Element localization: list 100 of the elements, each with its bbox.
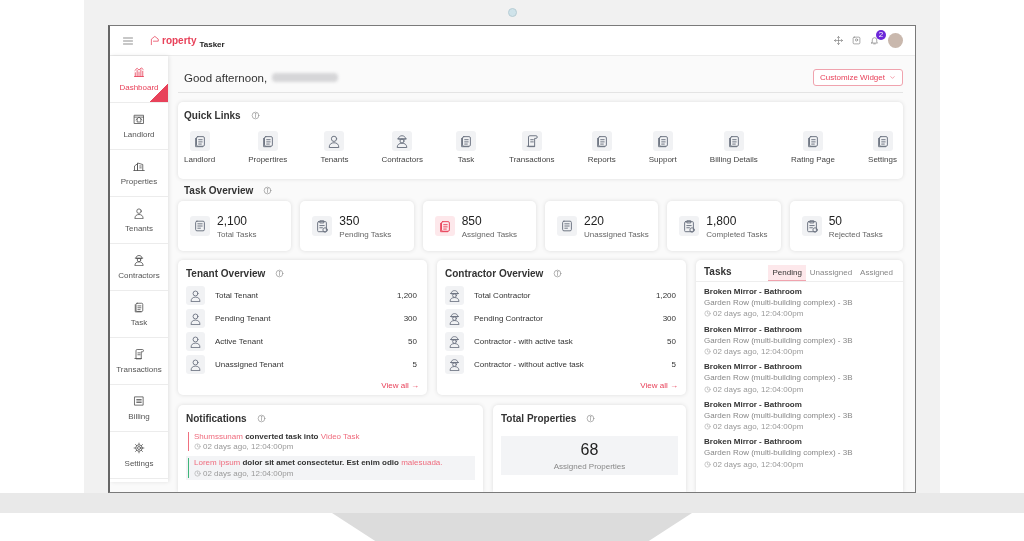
stat-value: 68	[580, 441, 599, 459]
task-tab[interactable]: Pending	[768, 265, 806, 281]
quick-link[interactable]: Reports	[587, 131, 616, 164]
stat-label: Unassigned Tasks	[584, 229, 649, 239]
card-title: Tasks	[704, 266, 732, 279]
sidebar-item[interactable]: Billing	[110, 385, 168, 432]
clock-icon	[704, 310, 711, 318]
notification-badge: 2	[876, 30, 886, 40]
stat-label: Assigned Properties	[553, 462, 626, 471]
row-value: 5	[671, 360, 677, 369]
stat-value: 2,100	[217, 213, 249, 228]
chart-icon	[133, 66, 145, 78]
row-label: Unassigned Tenant	[215, 360, 284, 369]
card-title: Total Properties	[501, 413, 577, 424]
stat-label: Total Tasks	[217, 229, 257, 239]
document-icon	[455, 131, 476, 151]
clock-icon	[194, 443, 201, 451]
sidebar-item[interactable]: Contractors	[110, 244, 168, 291]
person-icon	[186, 309, 205, 328]
menu-icon[interactable]	[122, 34, 134, 47]
notification-time: 02 days ago, 12:04:00pm	[203, 442, 294, 452]
document-icon	[723, 131, 744, 151]
worker-icon	[445, 355, 464, 374]
row-label: Pending Contractor	[474, 314, 543, 323]
quick-link[interactable]: Landlord	[184, 131, 216, 164]
quick-link[interactable]: Task	[455, 131, 476, 164]
row-value: 1,200	[396, 291, 418, 300]
notification-time: 02 days ago, 12:04:00pm	[203, 468, 294, 478]
row-value: 5	[412, 360, 418, 369]
row-label: Contractor - without active task	[474, 360, 584, 369]
task-tab[interactable]: Unassigned	[805, 265, 857, 281]
clock-icon	[194, 469, 201, 477]
section-title: Task Overview	[184, 185, 254, 196]
customize-widget-button[interactable]: Customize Widget	[813, 69, 903, 86]
screen-icon[interactable]	[852, 36, 861, 45]
row-label: Pending Tenant	[215, 314, 271, 323]
document-icon	[872, 131, 893, 151]
logo-house-icon	[150, 35, 161, 46]
stat-label: Pending Tasks	[339, 229, 392, 239]
quick-link[interactable]: Billing Details	[709, 131, 758, 164]
worker-icon	[445, 332, 464, 351]
document-icon	[257, 131, 278, 151]
clock-icon	[704, 460, 711, 468]
info-icon	[256, 414, 266, 423]
worker-icon	[392, 131, 413, 151]
view-all-link[interactable]: View all →	[381, 381, 419, 390]
task-location: Garden Row (multi-building complex) - 3B	[704, 298, 854, 308]
task-title: Broken Mirror - Bathroom	[704, 362, 803, 372]
info-icon	[250, 111, 260, 120]
person-icon	[133, 207, 145, 219]
stat-label: Assigned Tasks	[461, 229, 518, 239]
task-time: 02 days ago, 12:04:00pm	[713, 384, 804, 394]
info-icon	[275, 269, 285, 278]
sidebar-item[interactable]: Landlord	[110, 103, 168, 150]
quick-link[interactable]: Contractors	[381, 131, 423, 164]
view-all-link[interactable]: View all →	[640, 381, 678, 390]
task-title: Broken Mirror - Bathroom	[704, 287, 803, 297]
stat-value: 850	[461, 213, 483, 228]
row-label: Contractor - with active task	[474, 337, 573, 346]
task-tab[interactable]: Assigned	[856, 265, 897, 281]
building-icon	[133, 160, 145, 172]
task-location: Garden Row (multi-building complex) - 3B	[704, 448, 854, 458]
sidebar-item[interactable]: Transactions	[110, 338, 168, 385]
quick-link[interactable]: Support	[648, 131, 677, 164]
quick-link[interactable]: Propertires	[248, 131, 288, 164]
sidebar-item[interactable]: Settings	[110, 432, 168, 479]
document-icon	[133, 301, 145, 313]
stat-label: Rejected Tasks	[828, 229, 883, 239]
row-label: Active Tenant	[215, 337, 263, 346]
clock-icon	[704, 423, 711, 431]
quick-link[interactable]: Settings	[868, 131, 897, 164]
clock-icon	[704, 385, 711, 393]
row-value: 50	[408, 337, 418, 346]
user-avatar[interactable]	[888, 33, 903, 48]
info-icon	[263, 186, 273, 195]
sidebar-item[interactable]: Properties	[110, 150, 168, 197]
task-title: Broken Mirror - Bathroom	[704, 324, 803, 334]
notification-text: Shumssunam converted task into Video Task	[194, 432, 361, 442]
quick-link[interactable]: Tenants	[320, 131, 349, 164]
invoice-icon	[133, 395, 145, 407]
task-time: 02 days ago, 12:04:00pm	[713, 309, 804, 319]
worker-icon	[445, 286, 464, 305]
bell-icon[interactable]	[870, 36, 879, 45]
clock-icon	[704, 348, 711, 356]
quick-link[interactable]: Rating Page	[790, 131, 835, 164]
chevron-down-icon	[889, 74, 896, 81]
move-arrows-icon[interactable]	[834, 36, 843, 45]
card-title: Contractor Overview	[445, 268, 544, 279]
quick-link[interactable]: Transactions	[509, 131, 555, 164]
camera-dot	[507, 8, 517, 17]
task-time: 02 days ago, 12:04:00pm	[713, 422, 804, 432]
notification-text: Lorem ipsum dolor sit amet consectetur. Est enim odio malesuada.	[194, 458, 444, 468]
card-title: Tenant Overview	[186, 268, 266, 279]
receipt-icon	[521, 131, 542, 151]
task-title: Broken Mirror - Bathroom	[704, 437, 803, 447]
row-value: 300	[662, 314, 677, 323]
task-location: Garden Row (multi-building complex) - 3B	[704, 373, 854, 383]
row-value: 1,200	[655, 291, 677, 300]
sidebar-item[interactable]: Tenants	[110, 197, 168, 244]
sidebar-item[interactable]: Task	[110, 291, 168, 338]
